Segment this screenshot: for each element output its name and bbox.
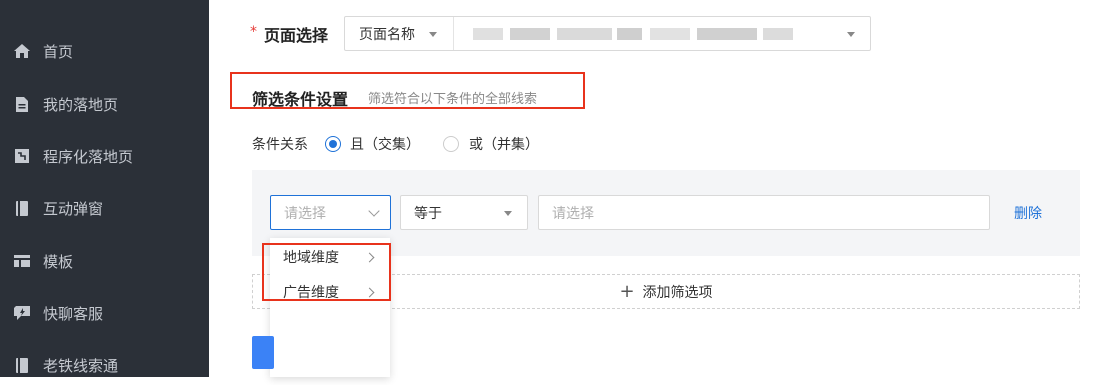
sidebar-item-interactive-popup[interactable]: 互动弹窗 [0,188,209,228]
page-select-label: 页面选择 [264,26,329,45]
caret-down-icon [504,211,512,216]
sidebar-item-quick-chat-service[interactable]: 快聊客服 [0,293,209,333]
sidebar-item-home[interactable]: 首页 [0,31,209,71]
condition-operator-select[interactable]: 等于 [400,195,528,230]
caret-down-icon [429,32,437,37]
clue-icon [13,356,31,374]
radio-and[interactable] [325,136,341,152]
sidebar-item-label: 模板 [43,252,74,271]
sidebar-item-label: 我的落地页 [43,95,119,114]
submit-button[interactable] [252,336,274,369]
delete-condition-link[interactable]: 删除 [1014,203,1042,223]
add-filter-label: 添加筛选项 [642,284,713,301]
chevron-down-icon [368,205,380,217]
popup-icon [13,199,31,217]
program-icon [13,147,31,165]
template-icon [13,252,31,270]
condition-value-select[interactable]: 请选择 [538,195,990,230]
condition-operator-value: 等于 [414,205,442,222]
sidebar: 首页 我的落地页 程序化落地页 互动弹窗 模板 快聊客服 老铁线索通 [0,0,209,377]
page-select-type-dropdown[interactable]: 页面名称 [345,17,454,50]
condition-value-placeholder: 请选择 [552,205,594,222]
sidebar-item-label: 老铁线索通 [43,356,119,375]
sidebar-item-label: 程序化落地页 [43,147,134,166]
filter-section-hint: 筛选符合以下条件的全部线索 [368,92,538,107]
condition-field-select[interactable]: 请选择 [270,195,391,230]
plus-icon: + [619,281,635,302]
required-mark: * [250,24,257,40]
filter-section-title: 筛选条件设置 [252,90,349,109]
document-icon [13,95,31,113]
sidebar-item-clue-service[interactable]: 老铁线索通 [0,345,209,385]
radio-and-label[interactable]: 且（交集） [350,134,420,154]
condition-relation-label: 条件关系 [252,137,308,153]
radio-or[interactable] [443,136,459,152]
chat-icon [13,304,31,322]
annotation-highlight-dropdown [262,243,391,301]
sidebar-item-programmatic-landing-pages[interactable]: 程序化落地页 [0,136,209,176]
caret-down-icon [847,32,855,37]
sidebar-item-templates[interactable]: 模板 [0,241,209,281]
radio-or-label[interactable]: 或（并集） [469,134,539,154]
page-select[interactable]: 页面名称 [344,16,871,51]
sidebar-item-label: 首页 [43,42,74,61]
page-select-type-value: 页面名称 [359,26,415,43]
sidebar-item-my-landing-pages[interactable]: 我的落地页 [0,84,209,124]
sidebar-item-label: 快聊客服 [43,304,104,323]
home-icon [13,42,31,60]
main-content: * 页面选择 页面名称 筛选条件设置 筛选符合以下条件的全部线索 条件关系 且（… [209,0,1116,377]
condition-field-placeholder: 请选择 [284,205,326,222]
sidebar-item-label: 互动弹窗 [43,199,104,218]
